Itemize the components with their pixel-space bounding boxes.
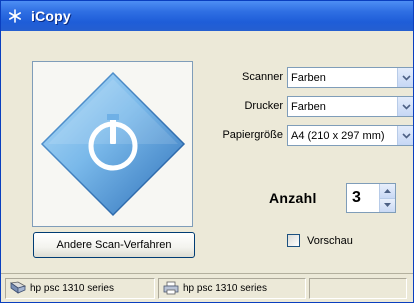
client-area: Andere Scan-Verfahren Scanner Farben Dru…: [1, 31, 413, 273]
chevron-down-icon[interactable]: [397, 126, 413, 145]
spin-down-icon[interactable]: [379, 197, 395, 212]
status-printer-device[interactable]: hp psc 1310 series: [158, 277, 306, 299]
scanner-icon: [9, 280, 27, 296]
title-bar[interactable]: iCopy: [1, 1, 413, 31]
chevron-down-icon[interactable]: [397, 97, 413, 116]
spin-up-icon[interactable]: [379, 184, 395, 198]
alternate-scan-methods-button[interactable]: Andere Scan-Verfahren: [33, 232, 195, 258]
scanner-label: Scanner: [242, 71, 283, 83]
copies-label: Anzahl: [269, 190, 317, 206]
chevron-down-icon[interactable]: [397, 68, 413, 87]
copies-stepper[interactable]: 3: [346, 183, 396, 213]
status-scanner-device[interactable]: hp psc 1310 series: [5, 277, 155, 299]
window-title: iCopy: [31, 8, 71, 24]
preview-checkbox-label: Vorschau: [307, 234, 353, 247]
scanner-select-value: Farben: [291, 71, 326, 84]
printer-color-select[interactable]: Farben: [287, 96, 413, 117]
printer-icon: [162, 280, 180, 296]
icopy-window: iCopy Andere Scan-Verfahren Scanner Farb…: [0, 0, 414, 303]
paper-size-label: Papiergröße: [222, 129, 283, 141]
paper-size-select-value: A4 (210 x 297 mm): [291, 129, 385, 142]
status-bar: hp psc 1310 series hp psc 1310 series: [1, 273, 413, 302]
preview-option[interactable]: Vorschau: [287, 234, 353, 247]
printer-label: Drucker: [244, 100, 283, 112]
scanner-device-name: hp psc 1310 series: [30, 282, 114, 294]
copies-spin-buttons: [379, 184, 395, 212]
paper-size-select[interactable]: A4 (210 x 297 mm): [287, 125, 413, 146]
status-empty-pane: [309, 277, 407, 299]
app-snowflake-icon: [7, 8, 23, 24]
scanner-color-select[interactable]: Farben: [287, 67, 413, 88]
preview-panel: [32, 61, 193, 227]
copies-input[interactable]: 3: [347, 184, 379, 212]
preview-checkbox[interactable]: [287, 234, 300, 247]
power-diamond-icon[interactable]: [38, 69, 188, 219]
printer-select-value: Farben: [291, 100, 326, 113]
printer-device-name: hp psc 1310 series: [183, 282, 267, 294]
